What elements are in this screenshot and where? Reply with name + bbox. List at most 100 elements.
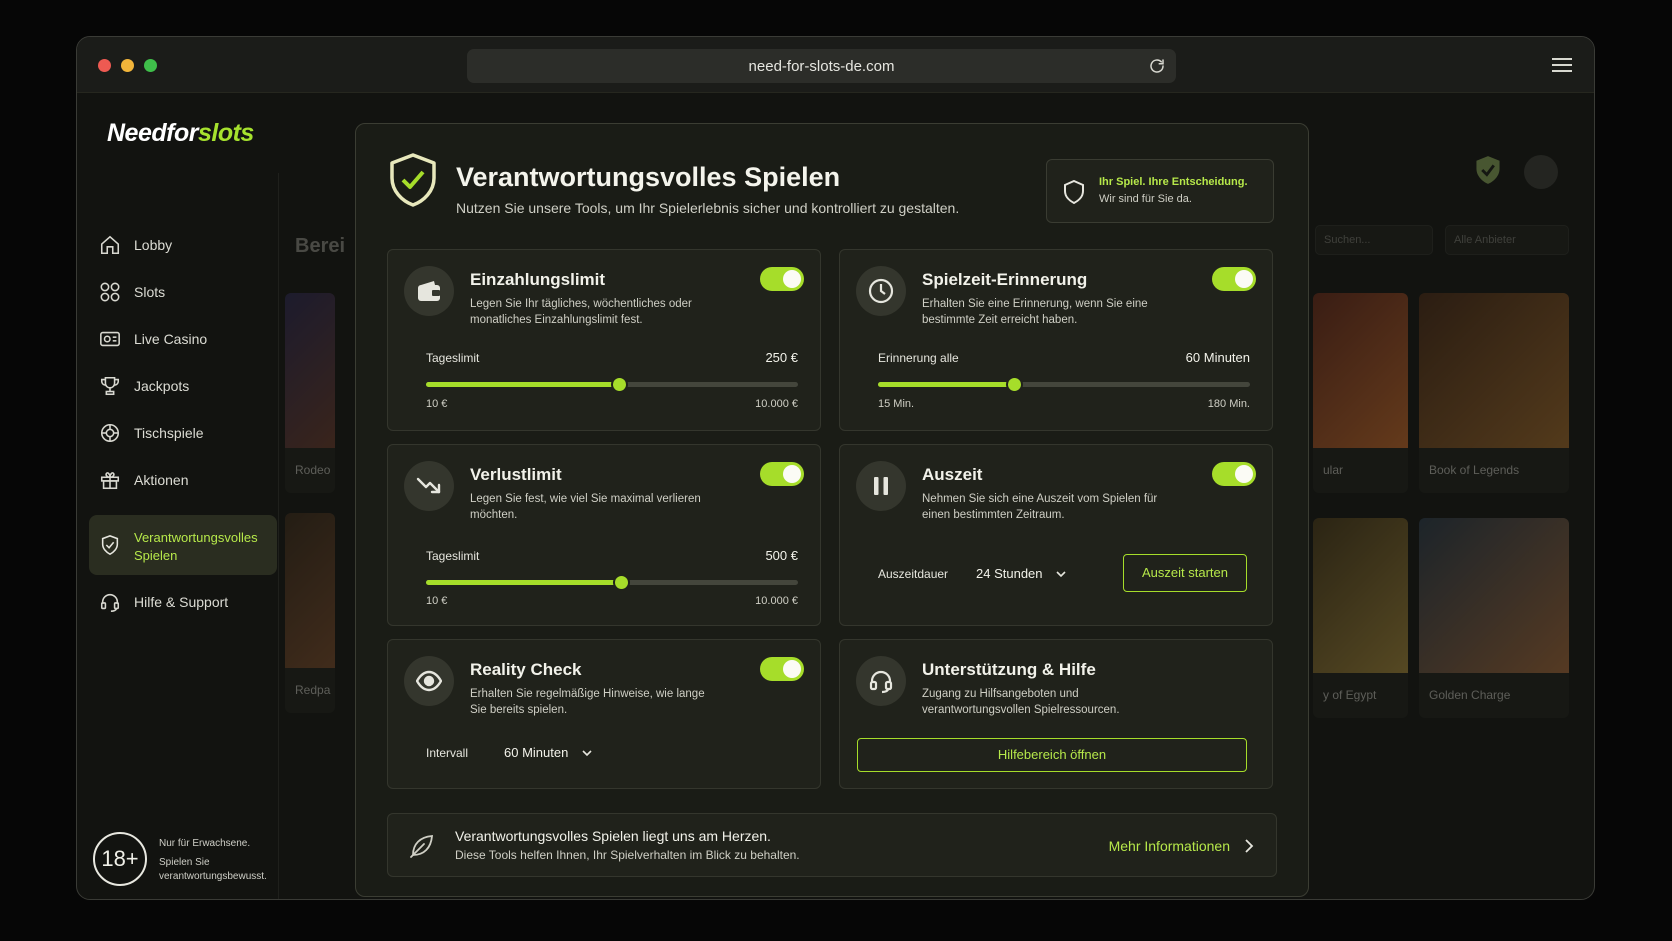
deposit-slider-max: 10.000 €: [755, 398, 798, 410]
deposit-slider-value: 250 €: [765, 350, 798, 365]
hamburger-menu-icon[interactable]: [1552, 57, 1572, 73]
loss-limit-toggle[interactable]: [760, 462, 804, 486]
live-casino-icon: [100, 331, 120, 347]
user-avatar-icon[interactable]: [1524, 155, 1558, 189]
sidebar-item-responsible-gaming[interactable]: Verantwortungsvolles Spielen: [89, 515, 277, 575]
game-tile[interactable]: y of Egypt: [1313, 518, 1408, 718]
trend-down-icon: [416, 477, 441, 494]
game-tile-caption: Book of Legends: [1429, 463, 1520, 477]
loss-slider[interactable]: [426, 574, 798, 591]
sidebar-item-label: Hilfe & Support: [134, 594, 229, 610]
browser-titlebar: need-for-slots-de.com: [77, 37, 1594, 93]
maximize-window-button[interactable]: [144, 59, 157, 72]
playtime-reminder-title: Spielzeit-Erinnerung: [922, 270, 1088, 289]
toggle-knob: [783, 270, 801, 288]
trend-down-icon-circle: [404, 461, 454, 511]
footer-text: Diese Tools helfen Ihnen, Ihr Spielverha…: [455, 848, 800, 862]
responsible-gaming-modal: Verantwortungsvolles Spielen Nutzen Sie …: [355, 123, 1309, 897]
timeout-card: Auszeit Nehmen Sie sich eine Auszeit vom…: [839, 444, 1273, 626]
reload-icon[interactable]: [1148, 57, 1166, 75]
reality-check-toggle[interactable]: [760, 657, 804, 681]
sidebar-item-jackpots[interactable]: Jackpots: [89, 364, 277, 408]
chevron-right-icon[interactable]: [1244, 839, 1254, 853]
more-info-link[interactable]: Mehr Informationen: [1109, 838, 1230, 854]
sidebar-item-aktionen[interactable]: Aktionen: [89, 458, 277, 502]
age-notice-line2: Spielen Sie verantwortungsbewusst.: [159, 857, 267, 882]
sidebar-item-slots[interactable]: Slots: [89, 270, 277, 314]
sidebar-item-label: Verantwortungsvolles Spielen: [134, 530, 258, 563]
slider-fill: [426, 580, 622, 585]
sidebar-item-label: Slots: [134, 284, 166, 300]
tagline-line2: Wir sind für Sie da.: [1099, 193, 1192, 205]
slider-handle[interactable]: [613, 574, 631, 591]
deposit-slider-min: 10 €: [426, 398, 448, 410]
loss-limit-desc: Legen Sie fest, wie viel Sie maximal ver…: [470, 493, 701, 521]
clock-icon-circle: [856, 266, 906, 316]
sidebar-item-label: Live Casino: [134, 331, 208, 347]
reality-interval-label: Intervall: [426, 746, 469, 760]
background-search-input[interactable]: Suchen...: [1315, 225, 1433, 255]
toggle-knob: [1235, 270, 1253, 288]
background-provider-filter[interactable]: Alle Anbieter: [1445, 225, 1569, 255]
playtime-reminder-toggle[interactable]: [1212, 267, 1256, 291]
game-tile[interactable]: Book of Legends: [1419, 293, 1569, 493]
sidebar-item-tischspiele[interactable]: Tischspiele: [89, 411, 277, 455]
headset-icon: [869, 670, 893, 694]
game-tile-caption: Redpa: [295, 683, 331, 697]
timeout-duration-select[interactable]: 24 Stunden: [976, 566, 1066, 581]
start-timeout-button[interactable]: Auszeit starten: [1123, 554, 1247, 592]
toggle-knob: [783, 465, 801, 483]
playtime-reminder-card: Spielzeit-Erinnerung Erhalten Sie eine E…: [839, 249, 1273, 431]
timeout-duration-value: 24 Stunden: [976, 566, 1043, 581]
open-help-button[interactable]: Hilfebereich öffnen: [857, 738, 1247, 772]
close-window-button[interactable]: [98, 59, 111, 72]
sidebar-item-lobby[interactable]: Lobby: [89, 223, 277, 267]
timeout-toggle[interactable]: [1212, 462, 1256, 486]
age-notice-line1: Nur für Erwachsene.: [159, 838, 251, 849]
support-title: Unterstützung & Hilfe: [922, 660, 1096, 679]
chevron-down-icon: [582, 750, 592, 757]
gift-icon: [100, 472, 120, 490]
deposit-limit-toggle[interactable]: [760, 267, 804, 291]
reality-interval-select[interactable]: 60 Minuten: [504, 745, 592, 760]
headset-icon-circle: [856, 656, 906, 706]
loss-slider-label: Tageslimit: [426, 549, 480, 563]
header-shield-icon[interactable]: [1474, 155, 1502, 185]
slider-handle[interactable]: [611, 376, 629, 393]
timeout-title: Auszeit: [922, 465, 983, 484]
site-logo[interactable]: Needforslots: [107, 119, 254, 148]
game-tile[interactable]: Golden Charge: [1419, 518, 1569, 718]
deposit-slider-label: Tageslimit: [426, 351, 480, 365]
sidebar-item-label: Tischspiele: [134, 425, 204, 441]
url-text: need-for-slots-de.com: [748, 58, 895, 75]
game-tile[interactable]: Rodeo: [285, 293, 335, 493]
background-heading: Berei: [295, 235, 346, 257]
sidebar-item-label: Lobby: [134, 237, 173, 253]
support-desc: Zugang zu Hilfsangeboten und verantwortu…: [922, 688, 1120, 716]
timeout-duration-label: Auszeitdauer: [878, 567, 949, 581]
sidebar-item-hilfe-support[interactable]: Hilfe & Support: [89, 580, 277, 624]
chip-icon: [100, 423, 120, 443]
loss-limit-title: Verlustlimit: [470, 465, 562, 484]
slider-handle[interactable]: [1005, 376, 1023, 393]
deposit-limit-title: Einzahlungslimit: [470, 270, 606, 289]
deposit-limit-card: Einzahlungslimit Legen Sie Ihr tägliches…: [387, 249, 821, 431]
deposit-slider[interactable]: [426, 376, 798, 393]
leaf-icon: [410, 835, 433, 858]
address-bar[interactable]: need-for-slots-de.com: [467, 49, 1176, 83]
reality-interval-value: 60 Minuten: [504, 745, 569, 760]
sidebar-item-live-casino[interactable]: Live Casino: [89, 317, 277, 361]
shield-icon: [1064, 180, 1084, 204]
game-tile[interactable]: ular: [1313, 293, 1408, 493]
minimize-window-button[interactable]: [121, 59, 134, 72]
game-tile[interactable]: Redpa: [285, 513, 335, 713]
age-restriction-badge: 18+: [93, 832, 147, 886]
logo-text-main: Needfor: [107, 119, 198, 147]
loss-limit-card: Verlustlimit Legen Sie fest, wie viel Si…: [387, 444, 821, 626]
logo-text-accent: slots: [197, 119, 254, 147]
sidebar-item-label: Aktionen: [134, 472, 189, 488]
clock-icon: [868, 278, 894, 304]
shield-check-icon: [101, 535, 119, 556]
pause-icon: [874, 477, 888, 495]
playtime-slider[interactable]: [878, 376, 1250, 393]
